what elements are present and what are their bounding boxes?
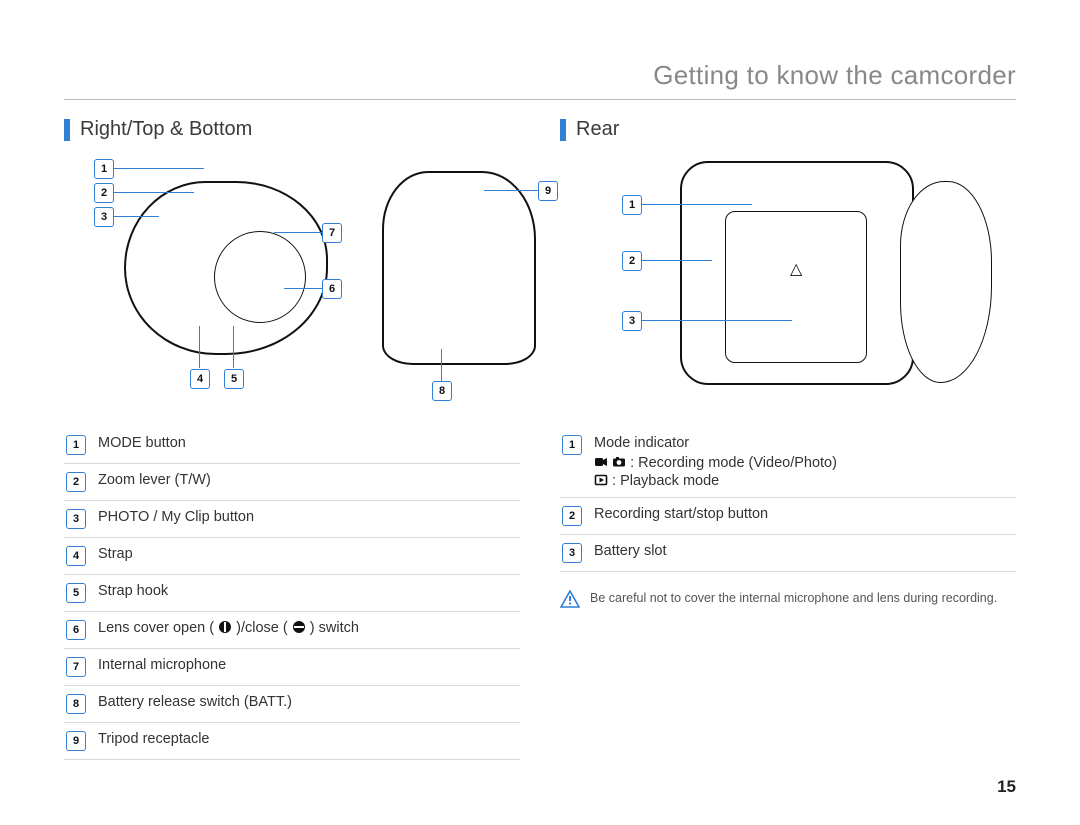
legend-row: 3 PHOTO / My Clip button	[64, 501, 520, 538]
left-column: Right/Top & Bottom 1 2 3 4 5 6	[64, 118, 520, 760]
leader-line	[484, 190, 538, 191]
leader-line	[441, 349, 442, 381]
callout-box: 8	[432, 381, 452, 401]
legend-number: 5	[66, 583, 86, 603]
photo-mode-icon	[612, 455, 626, 469]
callout-box: 6	[322, 279, 342, 299]
mode-recording-line: : Recording mode (Video/Photo)	[594, 455, 1012, 471]
legend-label: Zoom lever (T/W)	[96, 464, 520, 501]
legend-text-pre: Lens cover open (	[98, 620, 214, 636]
leader-line	[284, 288, 322, 289]
leader-line	[199, 326, 200, 368]
legend-text-mid: )/close (	[236, 620, 288, 636]
callout-box: 5	[224, 369, 244, 389]
callout-box: 4	[190, 369, 210, 389]
callout-box: 7	[322, 223, 342, 243]
legend-label: MODE button	[96, 427, 520, 464]
caution-icon	[560, 590, 580, 608]
callout-box: 3	[94, 207, 114, 227]
leader-line	[642, 204, 752, 205]
legend-label: Mode indicator : Recording mode (Video/P…	[592, 427, 1016, 498]
leader-line	[114, 168, 204, 169]
legend-number: 6	[66, 620, 86, 640]
leader-line	[642, 320, 792, 321]
mode-recording-text: : Recording mode (Video/Photo)	[630, 455, 837, 471]
section-heading-left-text: Right/Top & Bottom	[80, 118, 252, 141]
lens-open-icon	[218, 620, 232, 634]
legend-row: 3 Battery slot	[560, 535, 1016, 572]
battery-slot-illustration	[725, 211, 867, 363]
manual-page: Getting to know the camcorder Right/Top …	[0, 0, 1080, 825]
legend-row: 2 Recording start/stop button	[560, 498, 1016, 535]
lens-illustration	[214, 231, 306, 323]
legend-text-post: ) switch	[310, 620, 359, 636]
leader-line	[114, 216, 159, 217]
playback-mode-icon	[594, 473, 608, 487]
section-heading-right: Rear	[560, 118, 1016, 141]
eject-arrow-icon: △	[790, 259, 802, 279]
leader-line	[274, 232, 322, 233]
section-heading-left: Right/Top & Bottom	[64, 118, 520, 141]
legend-label: Battery release switch (BATT.)	[96, 686, 520, 723]
legend-row: 1 MODE button	[64, 427, 520, 464]
caution-note: Be careful not to cover the internal mic…	[560, 590, 1016, 608]
page-number: 15	[997, 777, 1016, 797]
video-mode-icon	[594, 455, 608, 469]
mode-indicator-title: Mode indicator	[594, 435, 1012, 451]
legend-number: 2	[562, 506, 582, 526]
legend-row: 2 Zoom lever (T/W)	[64, 464, 520, 501]
legend-row: 7 Internal microphone	[64, 649, 520, 686]
leader-line	[642, 260, 712, 261]
page-title: Getting to know the camcorder	[64, 60, 1016, 97]
legend-label: Battery slot	[592, 535, 1016, 572]
legend-label: Recording start/stop button	[592, 498, 1016, 535]
lens-close-icon	[292, 620, 306, 634]
legend-left: 1 MODE button 2 Zoom lever (T/W) 3 PHOTO…	[64, 427, 520, 760]
legend-label: PHOTO / My Clip button	[96, 501, 520, 538]
legend-number: 8	[66, 694, 86, 714]
legend-number: 3	[562, 543, 582, 563]
legend-number: 7	[66, 657, 86, 677]
section-heading-right-text: Rear	[576, 118, 619, 141]
legend-number: 1	[66, 435, 86, 455]
callout-box: 2	[622, 251, 642, 271]
callout-box: 1	[94, 159, 114, 179]
legend-number: 9	[66, 731, 86, 751]
diagram-right-top-bottom: 1 2 3 4 5 6 7 8 9	[64, 151, 520, 411]
legend-number: 4	[66, 546, 86, 566]
legend-label: Tripod receptacle	[96, 723, 520, 760]
legend-number: 3	[66, 509, 86, 529]
callout-box: 1	[622, 195, 642, 215]
title-rule	[64, 99, 1016, 100]
caution-text: Be careful not to cover the internal mic…	[590, 590, 997, 608]
callout-box: 9	[538, 181, 558, 201]
legend-row: 1 Mode indicator : Recording mode (Video…	[560, 427, 1016, 498]
legend-row: 9 Tripod receptacle	[64, 723, 520, 760]
callout-box: 2	[94, 183, 114, 203]
legend-label: Strap	[96, 538, 520, 575]
mode-playback-text: : Playback mode	[612, 473, 719, 489]
legend-label: Internal microphone	[96, 649, 520, 686]
diagram-rear: △ 1 2 3	[560, 151, 1016, 411]
callout-box: 3	[622, 311, 642, 331]
legend-row: 8 Battery release switch (BATT.)	[64, 686, 520, 723]
two-column-layout: Right/Top & Bottom 1 2 3 4 5 6	[64, 118, 1016, 760]
leader-line	[114, 192, 194, 193]
leader-line	[233, 326, 234, 368]
legend-row: 4 Strap	[64, 538, 520, 575]
grip-illustration	[900, 181, 992, 383]
legend-label: Lens cover open ( )/close ( ) switch	[96, 612, 520, 649]
legend-label: Strap hook	[96, 575, 520, 612]
mode-playback-line: : Playback mode	[594, 473, 1012, 489]
legend-right: 1 Mode indicator : Recording mode (Video…	[560, 427, 1016, 572]
right-column: Rear △ 1 2 3 1 Mode ind	[560, 118, 1016, 760]
legend-row: 5 Strap hook	[64, 575, 520, 612]
legend-number: 2	[66, 472, 86, 492]
legend-number: 1	[562, 435, 582, 455]
camcorder-illustration-bottom	[382, 171, 536, 365]
legend-row: 6 Lens cover open ( )/close ( ) switch	[64, 612, 520, 649]
